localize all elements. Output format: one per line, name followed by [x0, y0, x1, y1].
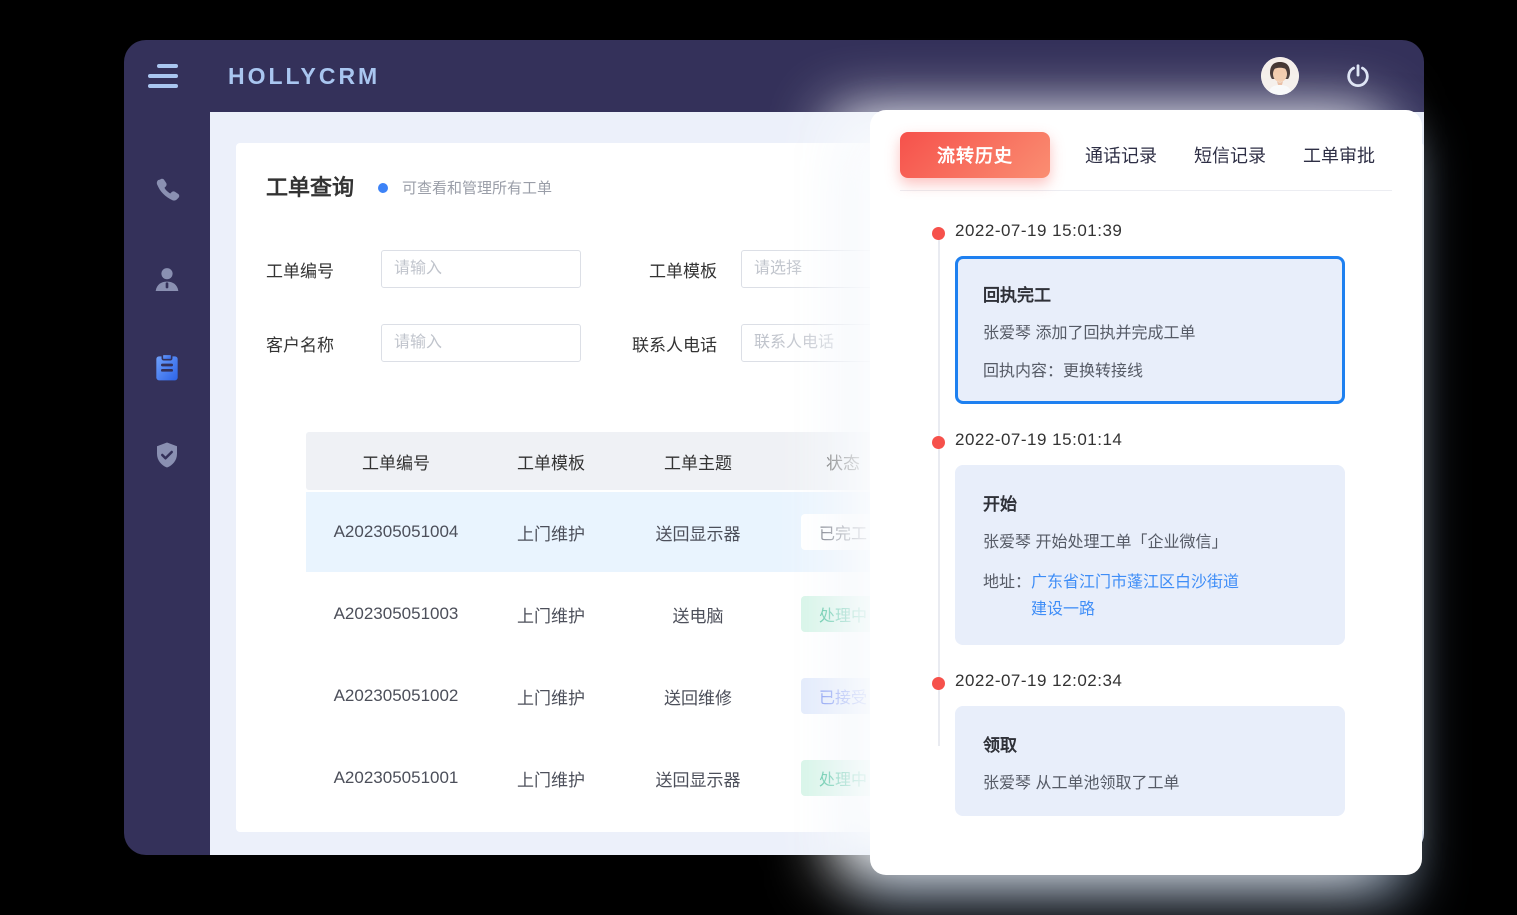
cell-template: 上门维护 — [486, 602, 616, 627]
address-link[interactable]: 广东省江门市蓬江区白沙街道 建设一路 — [1031, 569, 1239, 623]
cell-order-id: A202305051001 — [306, 768, 486, 788]
card-line: 张爱琴 从工单池领取了工单 — [983, 774, 1317, 794]
cell-subject: 送回显示器 — [616, 520, 780, 545]
timeline-entry: 2022-07-19 12:02:34 领取 张爱琴 从工单池领取了工单 — [933, 671, 1392, 816]
card-title: 回执完工 — [983, 281, 1317, 306]
stage: HOLLYCRM — [0, 0, 1517, 915]
col-header-subject: 工单主题 — [616, 449, 780, 474]
timeline-card-completed[interactable]: 回执完工 张爱琴 添加了回执并完成工单 回执内容：更换转接线 — [955, 256, 1345, 404]
table-row[interactable]: A202305051004 上门维护 送回显示器 已完工 — [306, 492, 912, 572]
card-line: 张爱琴 开始处理工单「企业微信」 — [983, 533, 1317, 553]
cell-subject: 送回维修 — [616, 684, 780, 709]
col-header-template: 工单模板 — [486, 449, 616, 474]
title-dot-icon — [378, 183, 388, 193]
timeline-dot-icon — [932, 227, 945, 240]
tab-call-records[interactable]: 通话记录 — [1083, 142, 1159, 168]
customer-name-label: 客户名称 — [266, 331, 381, 356]
order-no-label: 工单编号 — [266, 257, 381, 282]
cell-order-id: A202305051002 — [306, 686, 486, 706]
shield-check-icon — [152, 440, 182, 470]
address-line: 建设一路 — [1031, 596, 1239, 623]
brand-logo: HOLLYCRM — [228, 63, 380, 90]
address-row: 地址： 广东省江门市蓬江区白沙街道 建设一路 — [983, 569, 1317, 623]
contact-phone-label: 联系人电话 — [629, 331, 741, 356]
cell-subject: 送电脑 — [616, 602, 780, 627]
template-label: 工单模板 — [629, 257, 741, 282]
sidebar-item-customer[interactable] — [150, 262, 184, 296]
sidebar-item-phone[interactable] — [150, 174, 184, 208]
timeline-timestamp: 2022-07-19 15:01:14 — [955, 430, 1392, 450]
menu-toggle-icon[interactable] — [148, 64, 178, 88]
timeline-entry: 2022-07-19 15:01:39 回执完工 张爱琴 添加了回执并完成工单 … — [933, 221, 1392, 404]
cell-subject: 送回显示器 — [616, 766, 780, 791]
card-title: 领取 — [983, 731, 1317, 756]
timeline-timestamp: 2022-07-19 15:01:39 — [955, 221, 1392, 241]
card-title: 开始 — [983, 490, 1317, 515]
tab-flow-history[interactable]: 流转历史 — [900, 132, 1050, 178]
customer-name-input[interactable] — [381, 324, 581, 362]
tab-order-approval[interactable]: 工单审批 — [1301, 142, 1377, 168]
table-row[interactable]: A202305051002 上门维护 送回维修 已接受 — [306, 656, 912, 736]
flow-timeline: 2022-07-19 15:01:39 回执完工 张爱琴 添加了回执并完成工单 … — [933, 221, 1392, 816]
sidebar-item-workorder[interactable] — [150, 350, 184, 384]
cell-order-id: A202305051004 — [306, 522, 486, 542]
user-avatar[interactable] — [1261, 57, 1299, 95]
cell-template: 上门维护 — [486, 520, 616, 545]
sidebar — [124, 112, 210, 855]
timeline-dot-icon — [932, 677, 945, 690]
timeline-card-claim: 领取 张爱琴 从工单池领取了工单 — [955, 706, 1345, 816]
detail-panel: 流转历史 通话记录 短信记录 工单审批 2022-07-19 15:01:39 … — [870, 110, 1422, 875]
table-row[interactable]: A202305051003 上门维护 送电脑 处理中 — [306, 574, 912, 654]
cell-order-id: A202305051003 — [306, 604, 486, 624]
card-line: 回执内容：更换转接线 — [983, 362, 1317, 382]
customer-icon — [151, 263, 183, 295]
workorder-icon-active — [151, 351, 183, 383]
power-icon[interactable] — [1344, 62, 1372, 90]
cell-template: 上门维护 — [486, 766, 616, 791]
timeline-entry: 2022-07-19 15:01:14 开始 张爱琴 开始处理工单「企业微信」 … — [933, 430, 1392, 645]
timeline-card-start: 开始 张爱琴 开始处理工单「企业微信」 地址： 广东省江门市蓬江区白沙街道 建设… — [955, 465, 1345, 645]
topbar-actions — [1261, 57, 1372, 95]
col-header-id: 工单编号 — [306, 449, 486, 474]
page-title: 工单查询 — [266, 170, 354, 202]
timeline-dot-icon — [932, 436, 945, 449]
workorder-table: 工单编号 工单模板 工单主题 状态 A202305051004 上门维护 送回显… — [306, 432, 912, 818]
tabs-divider — [900, 190, 1392, 191]
sidebar-item-security[interactable] — [150, 438, 184, 472]
table-row[interactable]: A202305051001 上门维护 送回显示器 处理中 — [306, 738, 912, 818]
timeline-timestamp: 2022-07-19 12:02:34 — [955, 671, 1392, 691]
order-no-input[interactable] — [381, 250, 581, 288]
phone-icon — [152, 176, 182, 206]
address-label: 地址： — [983, 569, 1031, 623]
page-subtitle: 可查看和管理所有工单 — [402, 177, 552, 198]
card-line: 张爱琴 添加了回执并完成工单 — [983, 324, 1317, 344]
tab-sms-records[interactable]: 短信记录 — [1192, 142, 1268, 168]
table-header: 工单编号 工单模板 工单主题 状态 — [306, 432, 912, 490]
cell-template: 上门维护 — [486, 684, 616, 709]
address-line: 广东省江门市蓬江区白沙街道 — [1031, 569, 1239, 596]
detail-tabs: 流转历史 通话记录 短信记录 工单审批 — [900, 132, 1392, 178]
top-bar: HOLLYCRM — [124, 40, 1424, 112]
avatar-image — [1261, 57, 1299, 95]
